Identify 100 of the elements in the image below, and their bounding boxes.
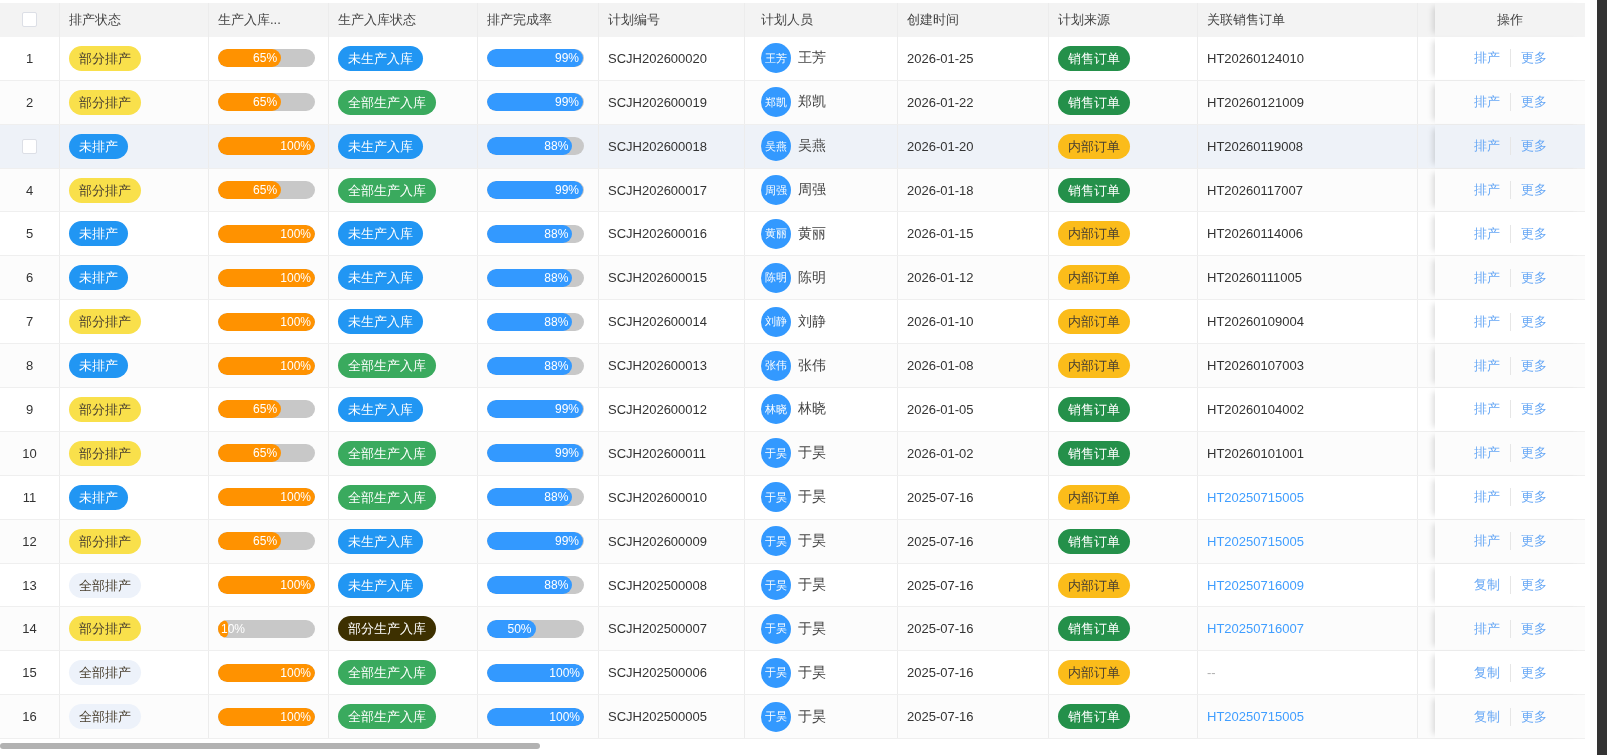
action-link[interactable]: 更多 xyxy=(1520,181,1547,199)
planner-name: 林晓 xyxy=(798,400,826,419)
order-number[interactable]: HT20250716007 xyxy=(1207,621,1304,637)
source-tag: 内部订单 xyxy=(1058,221,1130,247)
action-link[interactable]: 排产 xyxy=(1473,532,1500,551)
action-link[interactable]: 更多 xyxy=(1520,707,1547,726)
action-link[interactable]: 更多 xyxy=(1520,93,1547,112)
status-tag: 全部生产入库 xyxy=(338,89,436,115)
status-tag: 全部排产 xyxy=(69,660,141,686)
action-link[interactable]: 排产 xyxy=(1473,224,1500,243)
order-number[interactable]: HT20250716009 xyxy=(1207,577,1304,593)
action-link[interactable]: 排产 xyxy=(1473,444,1500,463)
column-header: 排产状态 xyxy=(69,10,121,29)
action-link[interactable]: 排产 xyxy=(1473,356,1500,375)
order-number: HT20260101001 xyxy=(1207,445,1304,461)
row-number: 11 xyxy=(22,489,37,505)
status-tag: 未排产 xyxy=(69,221,128,247)
plan-number: SCJH202500006 xyxy=(608,665,708,681)
action-link[interactable]: 排产 xyxy=(1473,49,1500,68)
source-tag: 销售订单 xyxy=(1058,704,1130,730)
action-link[interactable]: 更多 xyxy=(1520,49,1547,68)
status-tag: 全部生产入库 xyxy=(338,704,436,730)
action-link[interactable]: 排产 xyxy=(1473,93,1500,112)
action-link[interactable]: 更多 xyxy=(1520,663,1547,682)
action-link[interactable]: 排产 xyxy=(1473,312,1500,331)
planner-name: 张伟 xyxy=(798,356,826,375)
action-link[interactable]: 排产 xyxy=(1473,181,1500,199)
status-tag: 部分生产入库 xyxy=(338,616,436,642)
created-date: 2026-01-22 xyxy=(907,94,974,110)
created-date: 2025-07-16 xyxy=(907,577,974,593)
row-number: 13 xyxy=(22,577,37,593)
status-tag: 部分排产 xyxy=(69,616,141,642)
action-link[interactable]: 更多 xyxy=(1520,619,1547,638)
created-date: 2025-07-16 xyxy=(907,665,974,681)
progress-label: 99% xyxy=(555,445,580,463)
created-date: 2025-07-16 xyxy=(907,621,974,637)
status-tag: 部分排产 xyxy=(69,396,141,422)
action-link[interactable]: 排产 xyxy=(1473,268,1500,287)
action-link[interactable]: 复制 xyxy=(1473,663,1500,682)
progress-label: 65% xyxy=(253,50,278,68)
plan-number: SCJH202600020 xyxy=(608,50,708,66)
action-link[interactable]: 更多 xyxy=(1520,400,1547,419)
progress-label: 100% xyxy=(280,708,311,726)
planner-name: 于昊 xyxy=(798,444,826,463)
checkbox[interactable] xyxy=(22,138,37,154)
progress-label: 65% xyxy=(253,445,278,463)
action-link[interactable]: 更多 xyxy=(1520,224,1547,243)
avatar: 林晓 xyxy=(761,394,791,425)
order-number[interactable]: HT20250715005 xyxy=(1207,709,1304,725)
order-number[interactable]: HT20250715005 xyxy=(1207,489,1304,505)
source-tag: 销售订单 xyxy=(1058,616,1130,642)
status-tag: 未生产入库 xyxy=(338,221,423,247)
source-tag: 销售订单 xyxy=(1058,396,1130,422)
progress-label: 88% xyxy=(544,313,569,331)
action-link[interactable]: 排产 xyxy=(1473,488,1500,507)
progress-label: 99% xyxy=(555,94,580,112)
status-tag: 全部排产 xyxy=(69,572,141,598)
status-tag: 部分排产 xyxy=(69,45,141,71)
action-link[interactable]: 排产 xyxy=(1473,619,1500,638)
column-header: 排产完成率 xyxy=(487,10,552,29)
progress-label: 65% xyxy=(253,182,278,199)
avatar: 王芳 xyxy=(761,43,791,74)
column-header: 生产入库... xyxy=(218,10,281,29)
action-link[interactable]: 更多 xyxy=(1520,488,1547,507)
action-link[interactable]: 更多 xyxy=(1520,268,1547,287)
order-number: -- xyxy=(1207,665,1216,681)
scrollbar-thumb[interactable] xyxy=(0,743,540,750)
column-header: 计划编号 xyxy=(608,10,660,29)
progress-label: 100% xyxy=(280,225,311,243)
action-link[interactable]: 更多 xyxy=(1520,137,1547,156)
checkbox[interactable] xyxy=(22,12,37,28)
column-header: 操作 xyxy=(1497,10,1523,29)
action-link[interactable]: 更多 xyxy=(1520,532,1547,551)
source-tag: 销售订单 xyxy=(1058,440,1130,466)
order-number: HT20260114006 xyxy=(1207,226,1303,242)
plan-number: SCJH202600016 xyxy=(608,226,708,242)
progress-label: 100% xyxy=(549,664,580,682)
avatar: 陈明 xyxy=(761,262,791,293)
scrollbar[interactable] xyxy=(1597,0,1607,755)
action-link[interactable]: 更多 xyxy=(1520,312,1547,331)
plan-number: SCJH202500008 xyxy=(608,577,708,593)
action-link[interactable]: 更多 xyxy=(1520,356,1547,375)
plan-number: SCJH202600015 xyxy=(608,270,708,286)
created-date: 2025-07-16 xyxy=(907,489,974,505)
action-link[interactable]: 更多 xyxy=(1520,444,1547,463)
planner-name: 周强 xyxy=(798,181,826,199)
column-header: 计划来源 xyxy=(1058,10,1110,29)
order-number[interactable]: HT20250715005 xyxy=(1207,533,1304,549)
action-link[interactable]: 复制 xyxy=(1473,707,1500,726)
action-link[interactable]: 排产 xyxy=(1473,400,1500,419)
status-tag: 部分排产 xyxy=(69,528,141,554)
action-link[interactable]: 更多 xyxy=(1520,576,1547,595)
action-link[interactable]: 排产 xyxy=(1473,137,1500,156)
progress-label: 100% xyxy=(280,664,311,682)
status-tag: 未生产入库 xyxy=(338,265,423,291)
row-number: 5 xyxy=(25,226,34,242)
avatar: 刘静 xyxy=(761,306,791,337)
avatar: 于昊 xyxy=(761,482,791,513)
action-link[interactable]: 复制 xyxy=(1473,576,1500,595)
status-tag: 全部生产入库 xyxy=(338,484,436,510)
